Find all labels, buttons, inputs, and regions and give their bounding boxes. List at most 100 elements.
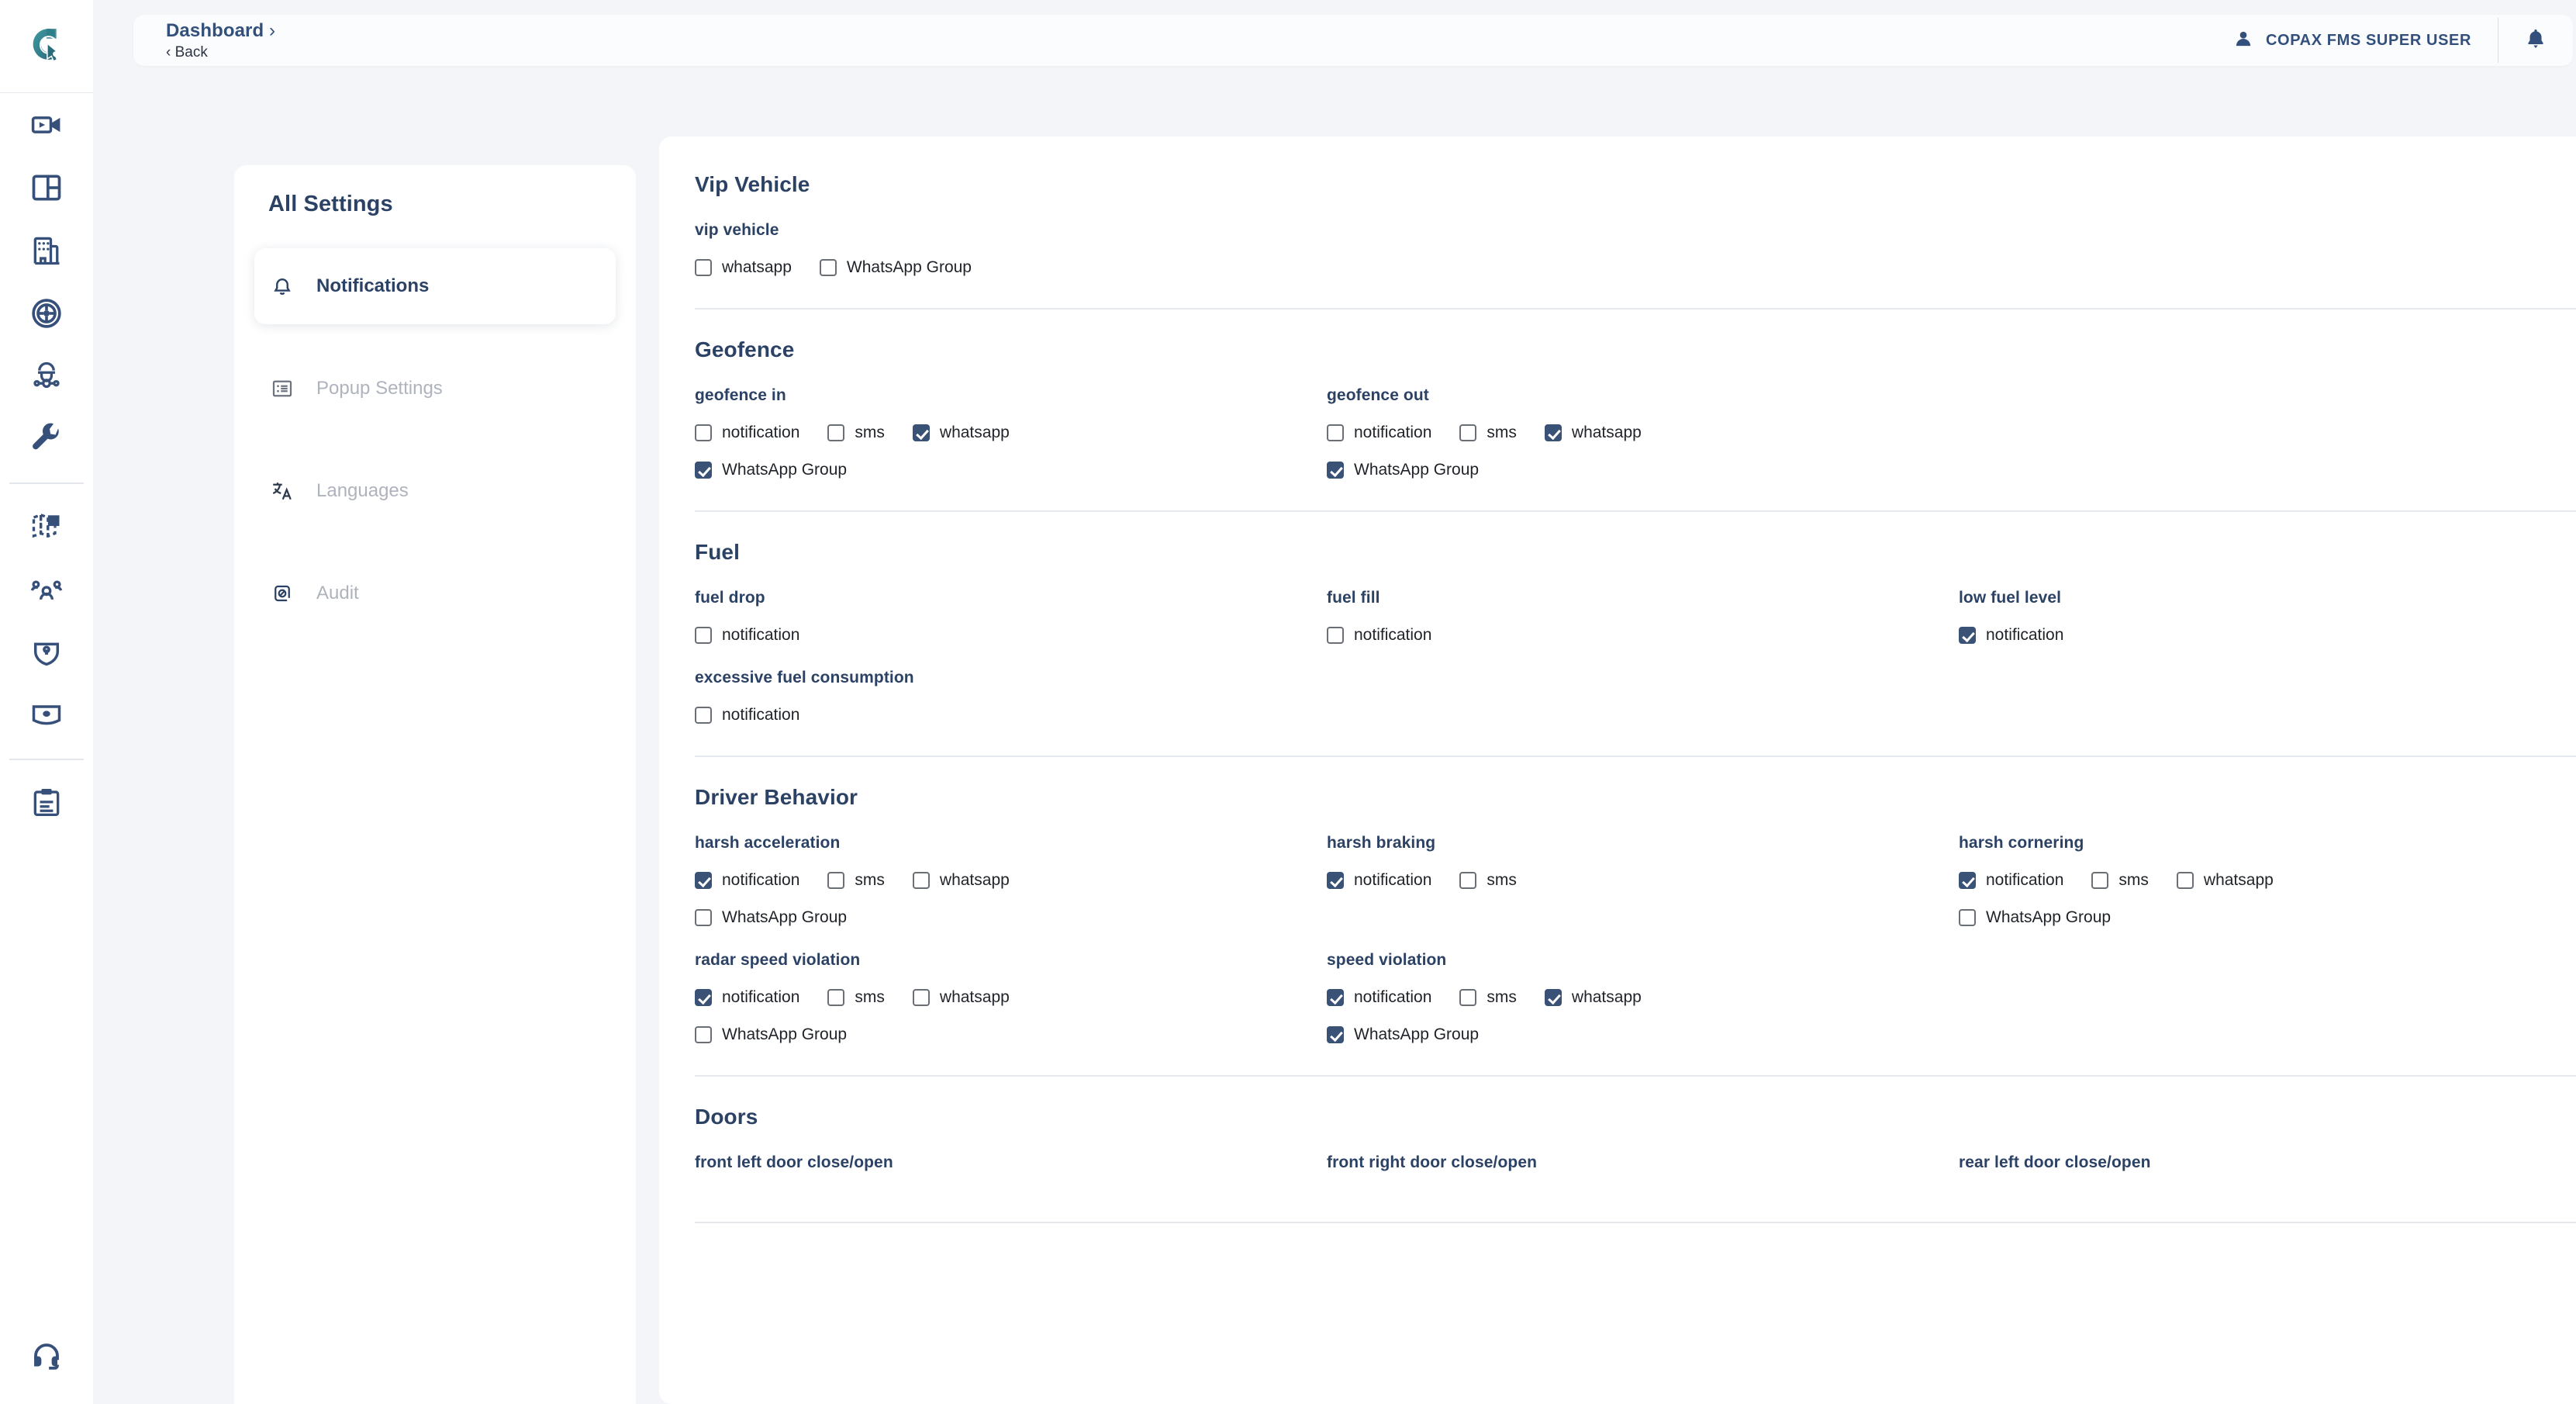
checkbox-unchecked-icon[interactable] xyxy=(827,424,845,441)
checkbox-label: sms xyxy=(2118,871,2149,889)
checkbox-unchecked-icon[interactable] xyxy=(695,707,712,724)
checkbox-sms[interactable]: sms xyxy=(827,988,885,1007)
checkbox-unchecked-icon[interactable] xyxy=(1327,627,1344,644)
checkbox-checked-icon[interactable] xyxy=(1327,1026,1344,1043)
checkbox-checked-icon[interactable] xyxy=(1327,989,1344,1006)
checkbox-unchecked-icon[interactable] xyxy=(827,872,845,889)
section-title: Geofence xyxy=(695,337,795,361)
rail-item-profiles[interactable] xyxy=(0,683,93,746)
checkbox-checked-icon[interactable] xyxy=(1959,627,1976,644)
checkbox-row: notification sms whatsapp xyxy=(695,871,1327,890)
section-field-grid: fuel drop notification fuel fill notificati… xyxy=(695,565,2576,724)
checkbox-whatsapp[interactable]: whatsapp xyxy=(2176,871,2274,890)
checkbox-whatsapp[interactable]: whatsapp xyxy=(1544,424,1642,442)
checkbox-notification[interactable]: notification xyxy=(1959,871,2063,890)
rail-item-reports[interactable] xyxy=(0,771,93,834)
rail-item-company[interactable] xyxy=(0,219,93,282)
checkbox-unchecked-icon[interactable] xyxy=(1459,424,1477,441)
checkbox-unchecked-icon[interactable] xyxy=(695,909,712,926)
checkbox-notification[interactable]: notification xyxy=(695,706,799,724)
checkbox-label: WhatsApp Group xyxy=(1354,461,1480,479)
field-title: radar speed violation xyxy=(695,951,861,969)
checkbox-whatsapp[interactable]: whatsapp xyxy=(912,871,1010,890)
checkbox-notification[interactable]: notification xyxy=(1327,626,1431,645)
checkbox-unchecked-icon[interactable] xyxy=(2176,872,2194,889)
checkbox-whatsapp-group[interactable]: WhatsApp Group xyxy=(819,258,972,277)
checkbox-whatsapp-group[interactable]: WhatsApp Group xyxy=(695,908,847,927)
checkbox-label: notification xyxy=(1354,626,1432,644)
rail-item-users[interactable] xyxy=(0,558,93,621)
checkbox-unchecked-icon[interactable] xyxy=(827,989,845,1006)
sidebar-item-notifications[interactable]: Notifications xyxy=(254,248,616,324)
checkbox-sms[interactable]: sms xyxy=(1459,871,1517,890)
sidebar-item-label: Popup Settings xyxy=(316,378,443,399)
checkbox-checked-icon[interactable] xyxy=(1327,872,1344,889)
checkbox-whatsapp-group[interactable]: WhatsApp Group xyxy=(1327,1025,1479,1044)
checkbox-checked-icon[interactable] xyxy=(695,989,712,1006)
checkbox-sms[interactable]: sms xyxy=(827,424,885,442)
checkbox-row: notification sms whatsapp xyxy=(695,424,1327,442)
checkbox-whatsapp-group[interactable]: WhatsApp Group xyxy=(1327,461,1479,479)
section-title: Vip Vehicle xyxy=(695,172,810,196)
rail-item-maintenance[interactable] xyxy=(0,407,93,470)
checkbox-checked-icon[interactable] xyxy=(912,424,930,441)
back-link[interactable]: ‹ Back xyxy=(166,44,275,61)
checkbox-unchecked-icon[interactable] xyxy=(912,989,930,1006)
checkbox-whatsapp[interactable]: whatsapp xyxy=(912,988,1010,1007)
rail-item-support[interactable] xyxy=(0,1311,93,1404)
rail-item-live-video[interactable] xyxy=(0,93,93,156)
field-title: fuel fill xyxy=(1327,589,1380,607)
rail-item-drivers[interactable] xyxy=(0,344,93,407)
rail-item-dashboard[interactable] xyxy=(0,156,93,219)
checkbox-whatsapp-group[interactable]: WhatsApp Group xyxy=(695,1025,847,1044)
checkbox-sms[interactable]: sms xyxy=(2091,871,2149,890)
checkbox-checked-icon[interactable] xyxy=(1327,462,1344,479)
checkbox-unchecked-icon[interactable] xyxy=(1459,989,1477,1006)
checkbox-notification[interactable]: notification xyxy=(695,871,799,890)
checkbox-notification[interactable]: notification xyxy=(695,988,799,1007)
checkbox-unchecked-icon[interactable] xyxy=(695,424,712,441)
checkbox-sms[interactable]: sms xyxy=(1459,424,1517,442)
checkbox-whatsapp[interactable]: whatsapp xyxy=(912,424,1010,442)
checkbox-notification[interactable]: notification xyxy=(1959,626,2063,645)
checkbox-notification[interactable]: notification xyxy=(1327,424,1431,442)
checkbox-label: WhatsApp Group xyxy=(722,461,848,479)
checkbox-whatsapp-group[interactable]: WhatsApp Group xyxy=(1959,908,2111,927)
checkbox-notification[interactable]: notification xyxy=(695,424,799,442)
checkbox-checked-icon[interactable] xyxy=(695,462,712,479)
checkbox-unchecked-icon[interactable] xyxy=(695,627,712,644)
checkbox-row: WhatsApp Group xyxy=(695,461,1327,479)
checkbox-whatsapp[interactable]: whatsapp xyxy=(1544,988,1642,1007)
rail-item-security[interactable] xyxy=(0,621,93,683)
checkbox-unchecked-icon[interactable] xyxy=(912,872,930,889)
checkbox-unchecked-icon[interactable] xyxy=(1959,909,1976,926)
checkbox-sms[interactable]: sms xyxy=(1459,988,1517,1007)
breadcrumb-dashboard[interactable]: Dashboard › xyxy=(166,20,275,42)
user-menu[interactable]: COPAX FMS SUPER USER xyxy=(2233,29,2498,53)
checkbox-checked-icon[interactable] xyxy=(1544,424,1562,441)
sidebar-item-languages[interactable]: Languages xyxy=(254,453,616,529)
notifications-bell-button[interactable] xyxy=(2498,27,2573,54)
checkbox-checked-icon[interactable] xyxy=(1544,989,1562,1006)
checkbox-unchecked-icon[interactable] xyxy=(695,259,712,276)
checkbox-unchecked-icon[interactable] xyxy=(695,1026,712,1043)
checkbox-whatsapp-group[interactable]: WhatsApp Group xyxy=(695,461,847,479)
rail-item-vehicles[interactable] xyxy=(0,282,93,344)
checkbox-unchecked-icon[interactable] xyxy=(819,259,837,276)
sidebar-item-popup-settings[interactable]: Popup Settings xyxy=(254,351,616,427)
checkbox-unchecked-icon[interactable] xyxy=(1459,872,1477,889)
app-logo[interactable] xyxy=(0,0,93,93)
checkbox-notification[interactable]: notification xyxy=(1327,988,1431,1007)
checkbox-sms[interactable]: sms xyxy=(827,871,885,890)
checkbox-whatsapp[interactable]: whatsapp xyxy=(695,258,792,277)
checkbox-checked-icon[interactable] xyxy=(695,872,712,889)
checkbox-unchecked-icon[interactable] xyxy=(1327,424,1344,441)
sidebar-item-audit[interactable]: Audit xyxy=(254,555,616,631)
checkbox-notification[interactable]: notification xyxy=(1327,871,1431,890)
checkbox-notification[interactable]: notification xyxy=(695,626,799,645)
checkbox-checked-icon[interactable] xyxy=(1959,872,1976,889)
field-title: rear left door close/open xyxy=(1959,1153,2151,1171)
rail-item-map[interactable] xyxy=(0,495,93,558)
checkbox-unchecked-icon[interactable] xyxy=(2091,872,2109,889)
